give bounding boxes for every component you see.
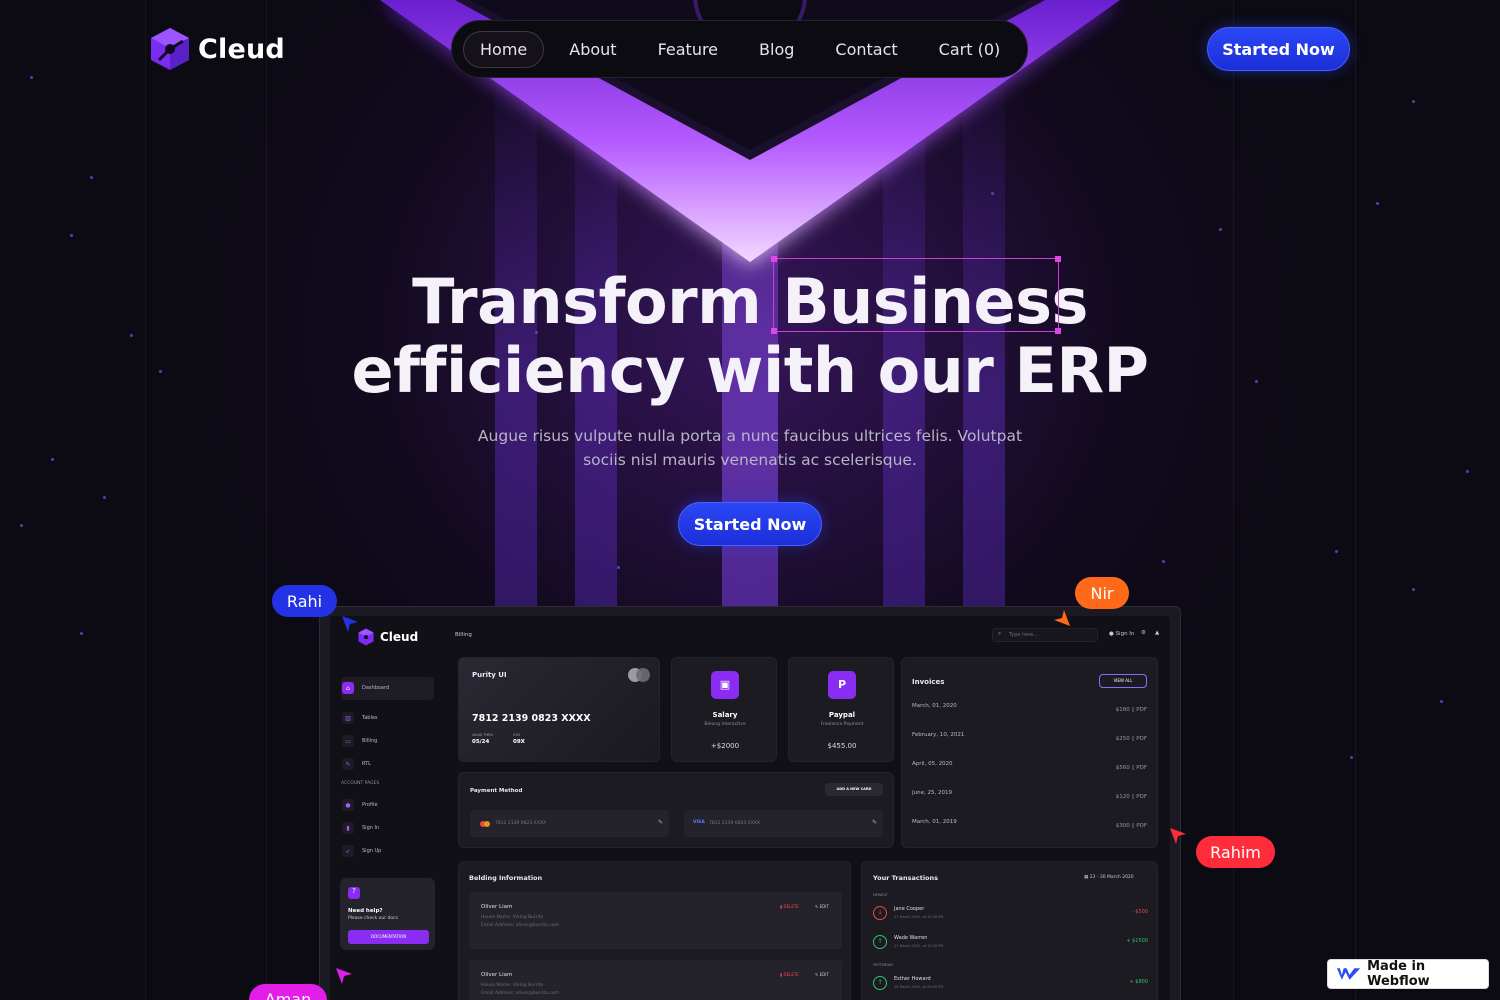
selection-box [771,256,1061,334]
nav-contact[interactable]: Contact [819,32,913,67]
view-all-button[interactable]: VIEW ALL [1099,674,1147,688]
user-icon: ● [342,799,354,811]
hero-subtitle: Augue risus vulpute nulla porta a nunc f… [477,427,1023,469]
rocket-icon: ➶ [342,845,354,857]
dash-breadcrumb: Billing [455,632,472,638]
card-circles-icon [628,668,650,682]
delete-button[interactable]: ▮ DELETE [780,904,799,909]
arrow-up-icon: ↑ [873,976,887,990]
card-icon: ▭ [342,735,354,747]
credit-card: Purity UI 7812 2139 0823 XXXX VALID THRU… [458,657,660,762]
paypal-icon: P [828,671,856,699]
delete-button[interactable]: ▮ DELETE [780,972,799,977]
payment-card-2[interactable]: VISA 7812 2139 0823 XXXX ✎ [684,810,883,837]
edit-icon[interactable]: ✎ [658,819,663,826]
cursor-tag-aman: Aman [249,984,327,1000]
cube-logo-icon [358,628,374,646]
transactions-card: Your Transactions ▦ 23 - 30 March 2020 N… [861,861,1158,1000]
transaction-row: ↑ Esther Howard 26 March 2020, at 08:40 … [873,974,1148,994]
nav-about[interactable]: About [553,32,632,67]
webflow-logo-icon [1336,968,1361,980]
date-range: ▦ 23 - 30 March 2020 [1084,875,1134,880]
paypal-card: P Paypal Freelance Payment $455.00 [788,657,894,762]
transaction-row: ↓ Jane Cooper 27 March 2020, at 12:30 PM… [873,904,1148,924]
cube-logo-icon [151,28,189,70]
documentation-button[interactable]: DOCUMENTATION [348,930,429,944]
billing-entry: Oliver Liam House Name: Viking Burrito E… [469,892,842,949]
dashboard-preview: Cleud Billing Type here... ⌕ ● Sign In ⚙… [330,616,1170,1000]
invoice-row: February, 10, 2021 $250 ▯ PDF [912,732,1147,742]
wallet-icon: ▣ [711,671,739,699]
made-in-webflow-badge[interactable]: Made in Webflow [1328,959,1488,989]
payment-card-1[interactable]: 7812 2139 0823 XXXX ✎ [470,810,669,837]
help-card: ? Need help? Please check our docs DOCUM… [340,878,435,950]
add-card-button[interactable]: ADD A NEW CARD [825,783,883,796]
hero-title-line1: Transform Business [412,265,1088,338]
home-icon: ⌂ [342,682,354,694]
sidebar-section-label: ACCOUNT PAGES [341,781,380,786]
header-started-now-button[interactable]: Started Now [1207,27,1350,71]
dash-sign-in[interactable]: ● Sign In [1109,631,1134,637]
invoice-row: April, 05, 2020 $560 ▯ PDF [912,761,1147,771]
sidebar-item-dashboard[interactable]: ⌂ Dashboard [342,682,389,694]
wrench-icon: ✎ [342,758,354,770]
dash-logo: Cleud [358,628,418,646]
question-icon: ? [348,887,360,899]
cursor-tag-rahim: Rahim [1196,836,1275,868]
nav-cart[interactable]: Cart (0) [923,32,1017,67]
cursor-arrow-icon [342,616,358,632]
document-icon: ▮ [342,822,354,834]
brand-name: Cleud [198,33,285,65]
dash-search-input[interactable]: Type here... [992,628,1098,642]
invoice-row: June, 25, 2019 $120 ▯ PDF [912,790,1147,800]
cursor-tag-nir: Nir [1075,577,1129,609]
brand-logo[interactable]: Cleud [150,27,285,71]
nav-feature[interactable]: Feature [642,32,734,67]
sidebar-item-tables[interactable]: ▥ Tables [342,712,378,724]
hero-title-line2: efficiency with our ERP [351,334,1149,407]
cursor-arrow-icon [1170,828,1186,844]
arrow-down-icon: ↓ [873,906,887,920]
sidebar-item-profile[interactable]: ● Profile [342,799,378,811]
cursor-arrow-icon [336,968,352,984]
edit-button[interactable]: ✎ EDIT [815,904,829,909]
invoices-card: Invoices VIEW ALL March, 01, 2020 $180 ▯ … [901,657,1158,848]
gear-icon[interactable]: ⚙ [1141,630,1146,636]
hero-started-now-button[interactable]: Started Now [678,502,822,546]
invoice-row: March, 01, 2019 $300 ▯ PDF [912,819,1147,829]
edit-button[interactable]: ✎ EDIT [815,972,829,977]
transaction-row: ↑ Wade Warren 27 March 2020, at 12:30 PM… [873,933,1148,953]
sidebar-item-billing[interactable]: ▭ Billing [342,735,377,747]
nav-home[interactable]: Home [463,30,545,68]
billing-info-card: Belding Information Oliver Liam House Na… [458,861,851,1000]
invoice-row: March, 01, 2020 $180 ▯ PDF [912,703,1147,713]
main-nav: Home About Feature Blog Contact Cart (0) [451,20,1028,78]
cursor-arrow-icon [1054,610,1070,626]
search-icon: ⌕ [998,631,1002,637]
page-background: Cleud Home About Feature Blog Contact Ca… [0,0,1500,1000]
sidebar-item-rtl[interactable]: ✎ RTL [342,758,371,770]
cursor-tag-rahi: Rahi [272,585,337,617]
bell-icon[interactable]: ▲ [1155,630,1159,636]
payment-method-card: Payment Method ADD A NEW CARD 7812 2139 … [458,772,894,848]
salary-card: ▣ Salary Belong Interactive +$2000 [671,657,777,762]
chart-icon: ▥ [342,712,354,724]
arrow-up-icon: ↑ [873,935,887,949]
sidebar-item-sign-in[interactable]: ▮ Sign In [342,822,379,834]
sidebar-item-sign-up[interactable]: ➶ Sign Up [342,845,381,857]
nav-blog[interactable]: Blog [743,32,810,67]
edit-icon[interactable]: ✎ [872,819,877,826]
billing-entry: Oliver Liam House Name: Viking Burrito E… [469,960,842,1000]
